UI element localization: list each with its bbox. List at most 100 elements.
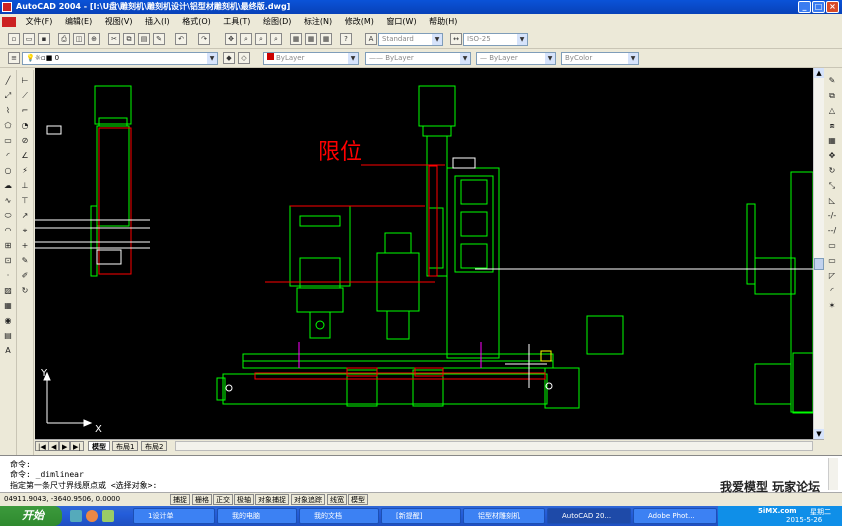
menu-help[interactable]: 帮助(H)	[424, 14, 462, 30]
document-icon[interactable]	[2, 16, 16, 27]
autocad-app-icon[interactable]	[2, 2, 12, 12]
command-scrollbar[interactable]	[828, 458, 838, 490]
trim-icon[interactable]: -/-	[826, 209, 838, 222]
taskbar-item[interactable]: Adobe Phot...	[633, 508, 717, 524]
zoom-previous-icon[interactable]: ⌕	[270, 33, 282, 45]
pan-icon[interactable]: ✥	[225, 33, 237, 45]
ellipse-icon[interactable]: ⬭	[2, 209, 14, 222]
scroll-up-icon[interactable]: ▲	[814, 68, 824, 78]
array-icon[interactable]: ▦	[826, 134, 838, 147]
extend-icon[interactable]: --/	[826, 224, 838, 237]
scale-icon[interactable]: ⤡	[826, 179, 838, 192]
polyline-icon[interactable]: ⌇	[2, 104, 14, 117]
undo-icon[interactable]: ↶	[175, 33, 187, 45]
dim-diameter-icon[interactable]: ⊘	[19, 134, 31, 147]
dim-angular-icon[interactable]: ∠	[19, 149, 31, 162]
ellipse-arc-icon[interactable]: ◠	[2, 224, 14, 237]
taskbar-item[interactable]: 1设计单	[133, 508, 215, 524]
menu-edit[interactable]: 编辑(E)	[60, 14, 97, 30]
layer-manager-icon[interactable]: ≡	[8, 52, 20, 64]
tab-model[interactable]: 模型	[88, 441, 110, 451]
layer-select[interactable]: 💡☼▫■ 0 ▼	[22, 52, 218, 65]
text-style-select[interactable]: Standard ▼	[378, 33, 443, 46]
start-button[interactable]: 开始	[0, 506, 62, 526]
cut-icon[interactable]: ✂	[108, 33, 120, 45]
snap-toggle[interactable]: 捕捉	[170, 494, 190, 505]
quick-dim-icon[interactable]: ⚡	[19, 164, 31, 177]
quicklaunch-browser-icon[interactable]	[86, 510, 98, 522]
gradient-icon[interactable]: ▦	[2, 299, 14, 312]
print-icon[interactable]: ⎙	[58, 33, 70, 45]
menu-view[interactable]: 视图(V)	[100, 14, 138, 30]
quicklaunch-app-icon[interactable]	[102, 510, 114, 522]
dim-style-icon[interactable]: ↔	[450, 33, 462, 45]
redo-icon[interactable]: ↷	[198, 33, 210, 45]
insert-block-icon[interactable]: ⊞	[2, 239, 14, 252]
mirror-icon[interactable]: △	[826, 104, 838, 117]
linetype-select[interactable]: —— ByLayer ▼	[365, 52, 471, 65]
minimize-button[interactable]: _	[798, 1, 811, 13]
mtext-icon[interactable]: A	[2, 344, 14, 357]
arc-icon[interactable]: ◜	[2, 149, 14, 162]
rotate-icon[interactable]: ↻	[826, 164, 838, 177]
copy-object-icon[interactable]: ⧉	[826, 89, 838, 102]
taskbar-item-active[interactable]: AutoCAD 20...	[547, 508, 631, 524]
center-mark-icon[interactable]: +	[19, 239, 31, 252]
rectangle-icon[interactable]: ▭	[2, 134, 14, 147]
model-toggle[interactable]: 模型	[348, 494, 368, 505]
taskbar-item[interactable]: [新提醒]	[381, 508, 461, 524]
copy-icon[interactable]: ⧉	[123, 33, 135, 45]
open-icon[interactable]: ▭	[23, 33, 35, 45]
tab-layout1[interactable]: 布局1	[112, 441, 139, 451]
hatch-icon[interactable]: ▨	[2, 284, 14, 297]
dim-style-select[interactable]: ISO-25 ▼	[463, 33, 528, 46]
dim-baseline-icon[interactable]: ⊥	[19, 179, 31, 192]
scroll-down-icon[interactable]: ▼	[814, 429, 824, 439]
publish-icon[interactable]: ⊕	[88, 33, 100, 45]
command-window[interactable]: 命令: 命令: _dimlinear 指定第一条尺寸界线原点或 <选择对象>:	[0, 455, 842, 492]
move-icon[interactable]: ✥	[826, 149, 838, 162]
tab-last-icon[interactable]: ▶|	[70, 441, 84, 451]
scroll-thumb[interactable]	[814, 258, 824, 270]
stretch-icon[interactable]: ◺	[826, 194, 838, 207]
layer-previous-icon[interactable]: ◇	[238, 52, 250, 64]
menu-draw[interactable]: 绘图(D)	[258, 14, 296, 30]
grid-toggle[interactable]: 栅格	[192, 494, 212, 505]
erase-icon[interactable]: ✎	[826, 74, 838, 87]
polar-toggle[interactable]: 极轴	[234, 494, 254, 505]
menu-file[interactable]: 文件(F)	[21, 14, 58, 30]
tolerance-icon[interactable]: ⌖	[19, 224, 31, 237]
construction-line-icon[interactable]: ⤢	[2, 89, 14, 102]
close-button[interactable]: ×	[826, 1, 839, 13]
print-preview-icon[interactable]: ◫	[73, 33, 85, 45]
spline-icon[interactable]: ∿	[2, 194, 14, 207]
quick-leader-icon[interactable]: ↗	[19, 209, 31, 222]
properties-icon[interactable]: ▦	[290, 33, 302, 45]
color-select[interactable]: ByLayer ▼	[263, 52, 359, 65]
dim-text-edit-icon[interactable]: ✐	[19, 269, 31, 282]
polygon-icon[interactable]: ⬠	[2, 119, 14, 132]
taskbar-item[interactable]: 铝型材雕刻机	[463, 508, 545, 524]
join-icon[interactable]: ▭	[826, 254, 838, 267]
make-block-icon[interactable]: ⊡	[2, 254, 14, 267]
region-icon[interactable]: ◉	[2, 314, 14, 327]
menu-tools[interactable]: 工具(T)	[218, 14, 255, 30]
plotstyle-select[interactable]: ByColor ▼	[561, 52, 639, 65]
break-icon[interactable]: ▭	[826, 239, 838, 252]
drawing-canvas[interactable]: Y X 限位	[35, 68, 813, 439]
save-icon[interactable]: ▪	[38, 33, 50, 45]
ortho-toggle[interactable]: 正交	[213, 494, 233, 505]
limit-annotation[interactable]: 限位	[318, 140, 362, 165]
menu-insert[interactable]: 插入(I)	[140, 14, 175, 30]
explode-icon[interactable]: ✶	[826, 299, 838, 312]
otrack-toggle[interactable]: 对象追踪	[291, 494, 325, 505]
design-center-icon[interactable]: ▦	[305, 33, 317, 45]
dim-aligned-icon[interactable]: ⟋	[19, 89, 31, 102]
line-icon[interactable]: ╱	[2, 74, 14, 87]
help-icon[interactable]: ?	[340, 33, 352, 45]
table-icon[interactable]: ▤	[2, 329, 14, 342]
zoom-realtime-icon[interactable]: ⌕	[240, 33, 252, 45]
dim-continue-icon[interactable]: ⊤	[19, 194, 31, 207]
dim-linear-icon[interactable]: ⊢	[19, 74, 31, 87]
tab-layout2[interactable]: 布局2	[141, 441, 168, 451]
